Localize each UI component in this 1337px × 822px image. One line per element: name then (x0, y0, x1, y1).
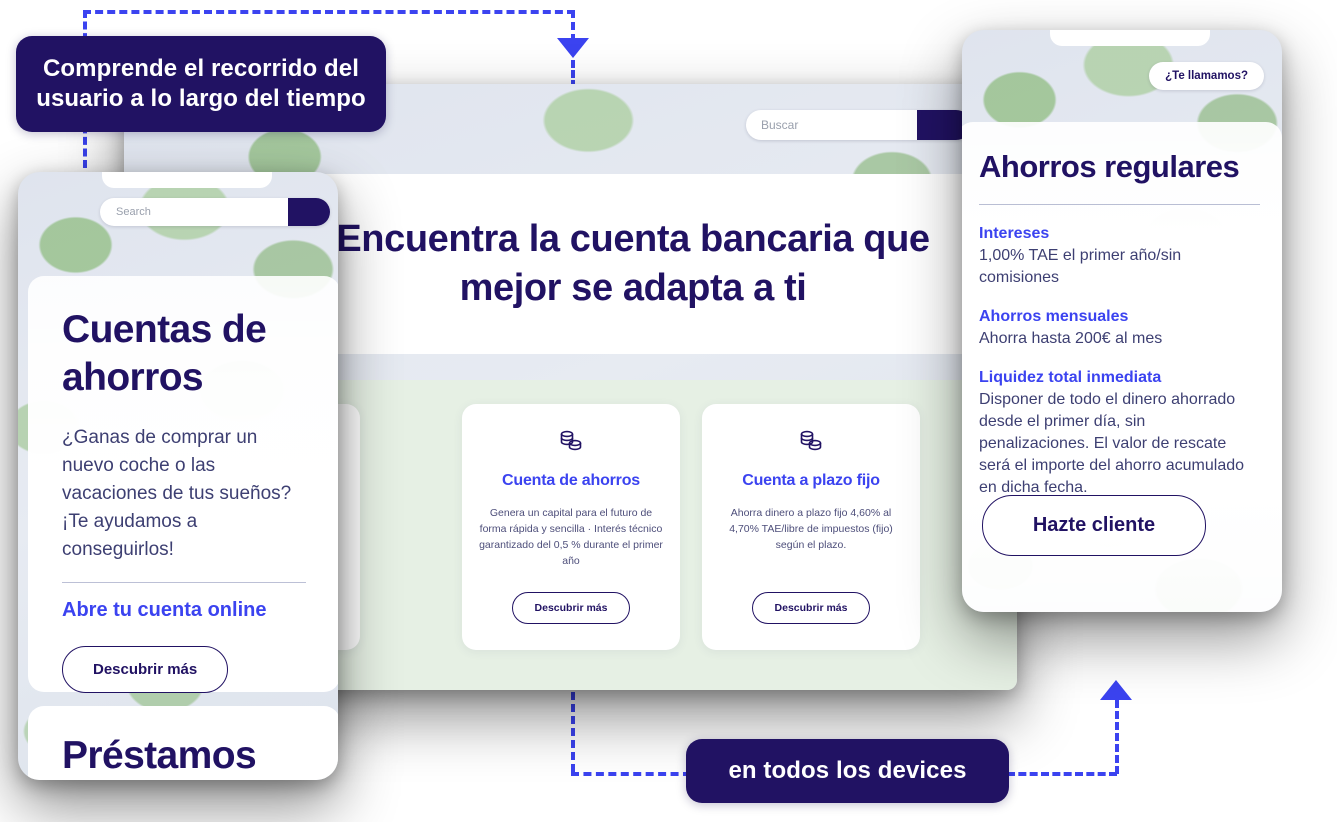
detail-body: Ahorra hasta 200€ al mes (979, 330, 1163, 347)
product-card[interactable]: Cuenta a plazo fijo Ahorra dinero a plaz… (702, 404, 920, 650)
product-card[interactable]: Cuenta de ahorros Genera un capital para… (462, 404, 680, 650)
detail-block: Intereses 1,00% TAE el primer año/sin co… (979, 223, 1260, 289)
search-input-mobile[interactable]: Search (100, 206, 288, 218)
detail-heading: Liquidez total inmediata (979, 369, 1162, 386)
discover-more-button[interactable]: Descubrir más (751, 592, 871, 624)
connector-bottom-horizontal-right (1007, 772, 1117, 776)
discover-more-button[interactable]: Descubrir más (511, 592, 631, 624)
arrow-up-icon (1100, 680, 1132, 700)
product-card-body: Ahorra dinero a plazo fijo 4,60% al 4,70… (729, 507, 893, 551)
tablet-top-tab (1050, 30, 1210, 46)
product-card-body: Genera un capital para el futuro de form… (479, 507, 663, 567)
composition-stage: Buscar Encuentra la cuenta bancaria que … (0, 0, 1337, 822)
divider (62, 582, 306, 583)
detail-block: Ahorros mensuales Ahorra hasta 200€ al m… (979, 306, 1260, 350)
callback-pill-button[interactable]: ¿Te llamamos? (1149, 62, 1264, 90)
product-card-title: Cuenta a plazo fijo (742, 472, 880, 489)
divider (979, 204, 1260, 205)
savings-card: Cuentas de ahorros ¿Ganas de comprar un … (28, 276, 338, 693)
connector-bottom-horizontal-left (571, 772, 691, 776)
search-input-desktop[interactable]: Buscar (746, 118, 917, 132)
devices-callout-badge: en todos los devices (686, 739, 1009, 803)
devices-callout-text: en todos los devices (728, 757, 967, 784)
journey-callout-text: Comprende el recorrido del usuario a lo … (36, 55, 366, 112)
discover-more-button[interactable]: Descubrir más (62, 646, 229, 693)
loans-card[interactable]: Préstamos (28, 706, 338, 780)
mobile-mockup: Search Cuentas de ahorros ¿Ganas de comp… (18, 172, 338, 780)
detail-body: 1,00% TAE el primer año/sin comisiones (979, 247, 1182, 286)
savings-body: ¿Ganas de comprar un nuevo coche o las v… (62, 427, 292, 560)
product-card-title: Cuenta de ahorros (502, 472, 640, 489)
hero-title: Encuentra la cuenta bancaria que mejor s… (336, 218, 930, 309)
mobile-top-tab (102, 172, 272, 188)
tablet-title: Ahorros regulares (979, 149, 1240, 184)
arrow-down-icon (557, 38, 589, 58)
coins-icon (796, 426, 826, 461)
connector-right-vertical (1115, 700, 1119, 774)
open-account-link[interactable]: Abre tu cuenta online (62, 599, 306, 622)
savings-title: Cuentas de ahorros (62, 308, 267, 399)
loans-title: Préstamos (62, 734, 257, 777)
detail-body: Disponer de todo el dinero ahorrado desd… (979, 391, 1245, 496)
search-bar-desktop[interactable]: Buscar (746, 110, 971, 140)
tablet-mockup: ¿Te llamamos? Ahorros regulares Interese… (962, 30, 1282, 612)
connector-top-left-horizontal (83, 10, 575, 14)
search-submit-button-mobile[interactable] (288, 198, 330, 226)
detail-block: Liquidez total inmediata Disponer de tod… (979, 367, 1260, 499)
search-bar-mobile[interactable]: Search (100, 198, 330, 226)
coins-icon (556, 426, 586, 461)
detail-heading: Intereses (979, 225, 1050, 242)
journey-callout-badge: Comprende el recorrido del usuario a lo … (16, 36, 386, 132)
hero-card: Encuentra la cuenta bancaria que mejor s… (283, 174, 983, 354)
connector-bottom-left-vertical (571, 692, 575, 772)
become-client-button[interactable]: Hazte cliente (982, 495, 1206, 556)
detail-heading: Ahorros mensuales (979, 308, 1129, 325)
